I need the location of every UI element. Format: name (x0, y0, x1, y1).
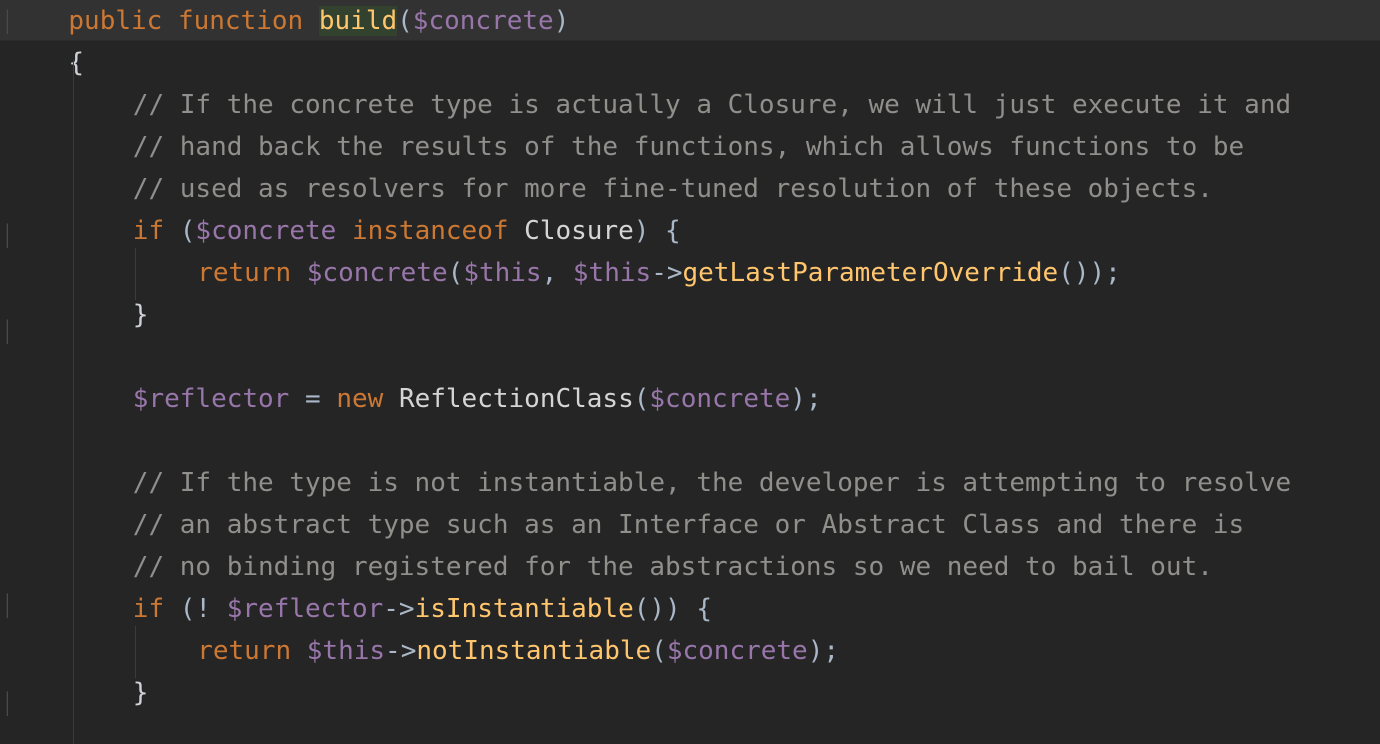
code-token-var: $concrete (649, 384, 791, 414)
code-token-op: -> (651, 258, 683, 288)
code-token-var: $this (463, 258, 542, 288)
code-token-pun: ( (164, 216, 196, 246)
code-token-pun: ( (633, 384, 650, 414)
code-line[interactable]: } (133, 672, 149, 714)
code-token-var: $concrete (666, 636, 808, 666)
code-line[interactable]: } (133, 294, 149, 336)
code-token-pun: ) { (633, 216, 681, 246)
code-line[interactable]: return $concrete($this, $this->getLastPa… (197, 252, 1121, 294)
code-token-pun (509, 216, 525, 246)
code-token-fn: notInstantiable (416, 636, 652, 666)
code-token-pun: ( (447, 258, 464, 288)
code-line[interactable]: { (68, 42, 84, 84)
code-content[interactable]: public function build($concrete){// If t… (0, 0, 1380, 744)
code-line[interactable]: // no binding registered for the abstrac… (133, 546, 1213, 588)
code-token-kw: new (336, 384, 384, 414)
code-line[interactable]: return $this->notInstantiable($concrete)… (197, 630, 839, 672)
code-token-fn: build (318, 6, 398, 36)
code-editor[interactable]: | | | | | public function build($concrete){/… (0, 0, 1380, 744)
code-token-pun (291, 636, 307, 666)
code-token-brc: } (132, 300, 149, 330)
code-token-var: $concrete (412, 6, 554, 36)
code-line[interactable]: // used as resolvers for more fine-tuned… (133, 168, 1213, 210)
code-token-cmt: // If the type is not instantiable, the … (132, 468, 1292, 498)
indent-guide (73, 60, 74, 744)
code-token-cls: ReflectionClass (398, 384, 634, 414)
code-token-pun: ()); (1058, 258, 1121, 288)
code-token-pun (162, 6, 178, 36)
code-token-op: -> (383, 594, 415, 624)
code-token-kw: if (132, 216, 165, 246)
code-line[interactable]: if (! $reflector->isInstantiable()) { (133, 588, 712, 630)
code-line[interactable]: // hand back the results of the function… (133, 126, 1244, 168)
code-token-pun: ()) { (633, 594, 713, 624)
code-token-pun: ); (807, 636, 840, 666)
code-line[interactable]: $reflector = new ReflectionClass($concre… (133, 378, 822, 420)
code-line[interactable]: // If the concrete type is actually a Cl… (133, 84, 1291, 126)
code-token-pun: , (541, 258, 573, 288)
indent-guide (135, 626, 136, 678)
code-token-pun (291, 258, 307, 288)
code-token-var: $reflector (132, 384, 290, 414)
code-token-fn: isInstantiable (414, 594, 634, 624)
code-token-cmt: // an abstract type such as an Interface… (132, 510, 1245, 540)
code-token-var: $this (306, 636, 386, 666)
code-token-pun (336, 216, 352, 246)
code-token-cmt: // no binding registered for the abstrac… (132, 552, 1213, 582)
code-token-pun: ); (790, 384, 822, 414)
code-token-pun: ( (397, 6, 413, 36)
code-token-fn: getLastParameterOverride (682, 258, 1059, 288)
code-token-pun (383, 384, 399, 414)
code-token-pun: = (289, 384, 337, 414)
code-token-cmt: // If the concrete type is actually a Cl… (132, 90, 1292, 120)
code-token-kw: return (197, 636, 292, 666)
code-token-pun: (! (164, 594, 227, 624)
code-line[interactable]: // an abstract type such as an Interface… (133, 504, 1244, 546)
indent-guide (135, 248, 136, 300)
code-token-pun: ( (651, 636, 667, 666)
code-token-brc: } (132, 678, 149, 708)
code-token-kw: function (177, 6, 304, 36)
code-token-brc: { (68, 48, 85, 78)
code-token-cmt: // used as resolvers for more fine-tuned… (132, 174, 1213, 204)
code-token-pun (303, 6, 319, 36)
code-token-cmt: // hand back the results of the function… (132, 132, 1245, 162)
code-token-var: $concrete (195, 216, 337, 246)
code-token-kw: if (132, 594, 165, 624)
code-token-var: $reflector (226, 594, 384, 624)
code-token-op: -> (385, 636, 417, 666)
code-token-kw: return (197, 258, 292, 288)
code-line[interactable]: if ($concrete instanceof Closure) { (133, 210, 681, 252)
code-token-pun: ) (553, 6, 570, 36)
code-token-cls: Closure (524, 216, 634, 246)
code-line[interactable]: // If the type is not instantiable, the … (133, 462, 1291, 504)
code-token-kw: instanceof (351, 216, 509, 246)
code-token-var: $concrete (306, 258, 448, 288)
code-token-kw: public (68, 6, 163, 36)
code-line[interactable]: public function build($concrete) (68, 0, 569, 42)
code-token-var: $this (572, 258, 652, 288)
